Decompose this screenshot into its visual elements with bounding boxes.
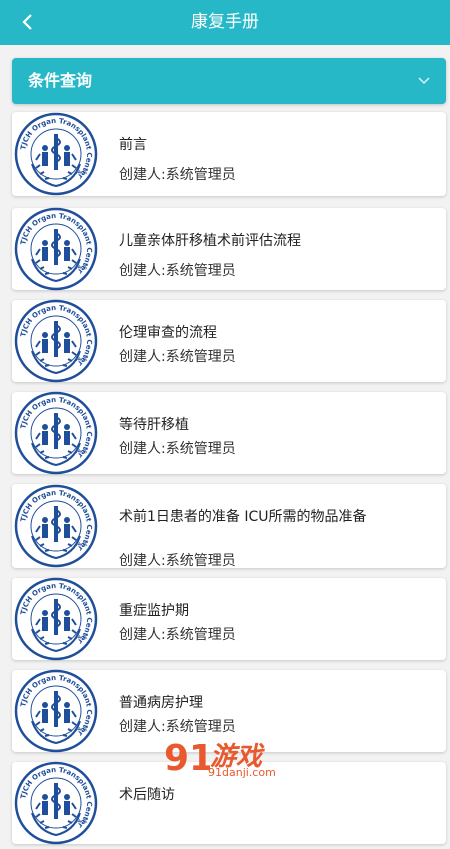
transplant-center-logo: TJCH Organ Transplant Center 净 东 — [14, 761, 98, 845]
card-title: 前言 — [119, 137, 147, 153]
card-creator: 创建人:系统管理员 — [119, 349, 236, 365]
transplant-center-logo: TJCH Organ Transplant Center 净 东 — [14, 669, 98, 753]
handbook-card[interactable]: TJCH Organ Transplant Center 净 东 等待肝移植创建人:… — [12, 391, 446, 475]
card-creator: 创建人:系统管理员 — [119, 441, 236, 457]
handbook-card[interactable]: TJCH Organ Transplant Center 净 东 术前1日患者的准备… — [12, 484, 446, 569]
watermark-domain: 91danji.com — [208, 766, 276, 779]
watermark-logo-icon: 91 — [164, 738, 214, 779]
card-creator: 创建人:系统管理员 — [119, 553, 236, 569]
card-title: 伦理审查的流程 — [119, 325, 217, 341]
card-title: 普通病房护理 — [119, 695, 203, 711]
card-title: 术后随访 — [119, 787, 175, 803]
card-creator: 创建人:系统管理员 — [119, 627, 236, 643]
card-title: 儿童亲体肝移植术前评估流程 — [119, 233, 301, 249]
card-creator: 创建人:系统管理员 — [119, 167, 236, 183]
transplant-center-logo: TJCH Organ Transplant Center 净 东 — [14, 207, 98, 291]
transplant-center-logo: TJCH Organ Transplant Center 净 东 — [14, 299, 98, 383]
svg-text:净 东: 净 东 — [76, 448, 88, 455]
svg-text:净 东: 净 东 — [76, 264, 88, 271]
svg-text:91: 91 — [164, 738, 210, 779]
svg-text:净 东: 净 东 — [76, 818, 88, 825]
handbook-card[interactable]: TJCH Organ Transplant Center 净 东 前言创建人:系统管… — [12, 112, 446, 196]
svg-text:净 东: 净 东 — [76, 634, 88, 641]
handbook-card[interactable]: TJCH Organ Transplant Center 净 东 伦理审查的流程创建… — [12, 299, 446, 383]
svg-text:净 东: 净 东 — [76, 169, 88, 176]
handbook-card[interactable]: TJCH Organ Transplant Center 净 东 重症监护期创建人:… — [12, 577, 446, 661]
filter-label: 条件查询 — [28, 71, 93, 90]
watermark: 91 游戏 91danji.com — [160, 732, 290, 782]
page-title: 康复手册 — [191, 12, 259, 32]
card-creator: 创建人:系统管理员 — [119, 263, 236, 279]
transplant-center-logo: TJCH Organ Transplant Center 净 东 — [14, 577, 98, 661]
svg-text:净 东: 净 东 — [76, 356, 88, 363]
transplant-center-logo: TJCH Organ Transplant Center 净 东 — [14, 484, 98, 568]
app-header: 康复手册 — [0, 0, 450, 45]
transplant-center-logo: TJCH Organ Transplant Center 净 东 — [14, 391, 98, 475]
card-title: 重症监护期 — [119, 603, 189, 619]
card-title: 术前1日患者的准备 ICU所需的物品准备 — [119, 509, 367, 525]
svg-text:净 东: 净 东 — [76, 541, 88, 548]
handbook-card[interactable]: TJCH Organ Transplant Center 净 东 儿童亲体肝移植术前… — [12, 207, 446, 291]
card-title: 等待肝移植 — [119, 417, 189, 433]
svg-text:净 东: 净 东 — [76, 726, 88, 733]
filter-panel-toggle[interactable]: 条件查询 — [12, 58, 446, 104]
chevron-down-icon — [418, 77, 430, 85]
transplant-center-logo: TJCH Organ Transplant Center 净 东 — [14, 112, 98, 196]
